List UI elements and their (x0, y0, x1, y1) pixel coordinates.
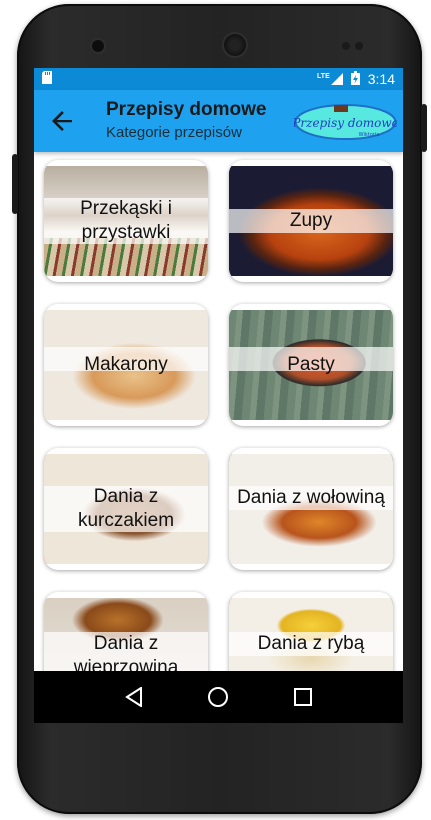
category-label: Dania z wołowiną (237, 487, 385, 508)
category-label: Dania z kurczakiem (77, 486, 175, 531)
category-label: Pasty (287, 354, 335, 375)
logo-text: Przepisy domowe (294, 116, 397, 130)
power-button (421, 104, 427, 152)
category-card-beef[interactable]: Dania z wołowiną (229, 448, 393, 570)
status-bar: LTE 3:14 (34, 68, 403, 90)
category-card-appetizers[interactable]: Przekąski i przystawki (44, 160, 208, 282)
category-label: Makarony (84, 354, 168, 375)
app-bar: Przepisy domowe Kategorie przepisów Prze… (34, 90, 403, 152)
category-card-pork[interactable]: Dania z wieprzowiną (44, 592, 208, 671)
battery-charging-icon (350, 70, 360, 88)
arrow-back-icon (52, 111, 72, 131)
category-grid: Przekąski i przystawki Zupy Makarony Pas… (34, 152, 403, 671)
category-card-pasta[interactable]: Makarony (44, 304, 208, 426)
category-label: Przekąski i przystawki (80, 198, 172, 243)
square-recents-icon (293, 688, 312, 706)
category-card-pastes[interactable]: Pasty (229, 304, 393, 426)
category-label: Dania z rybą (257, 633, 365, 654)
nav-recents-button[interactable] (283, 677, 323, 717)
triangle-back-icon (125, 687, 143, 707)
category-card-chicken[interactable]: Dania z kurczakiem (44, 448, 208, 570)
clock: 3:14 (367, 71, 395, 87)
nav-back-button[interactable] (114, 677, 154, 717)
category-label: Dania z wieprzowiną (73, 633, 179, 671)
page-subtitle: Kategorie przepisów (106, 124, 242, 141)
system-nav-bar (34, 671, 403, 723)
circle-home-icon (208, 687, 229, 707)
earpiece-speaker (224, 34, 246, 56)
back-button[interactable] (34, 90, 90, 152)
sd-card-icon (42, 71, 52, 87)
nav-home-button[interactable] (198, 677, 238, 717)
proximity-sensor (342, 42, 350, 50)
light-sensor (355, 42, 363, 50)
category-label: Zupy (289, 210, 333, 231)
logo-subtext: Wiktoria (359, 132, 380, 138)
category-card-soups[interactable]: Zupy (229, 160, 393, 282)
lte-signal-icon: LTE (317, 73, 343, 85)
network-type: LTE (317, 73, 330, 80)
front-camera (92, 40, 104, 52)
page-title: Przepisy domowe (106, 99, 267, 120)
screen: LTE 3:14 Przepisy domowe Kategorie przep… (34, 68, 403, 723)
app-logo: Przepisy domowe Wiktoria (291, 103, 399, 141)
volume-button (12, 154, 18, 214)
category-card-fish[interactable]: Dania z rybą (229, 592, 393, 671)
